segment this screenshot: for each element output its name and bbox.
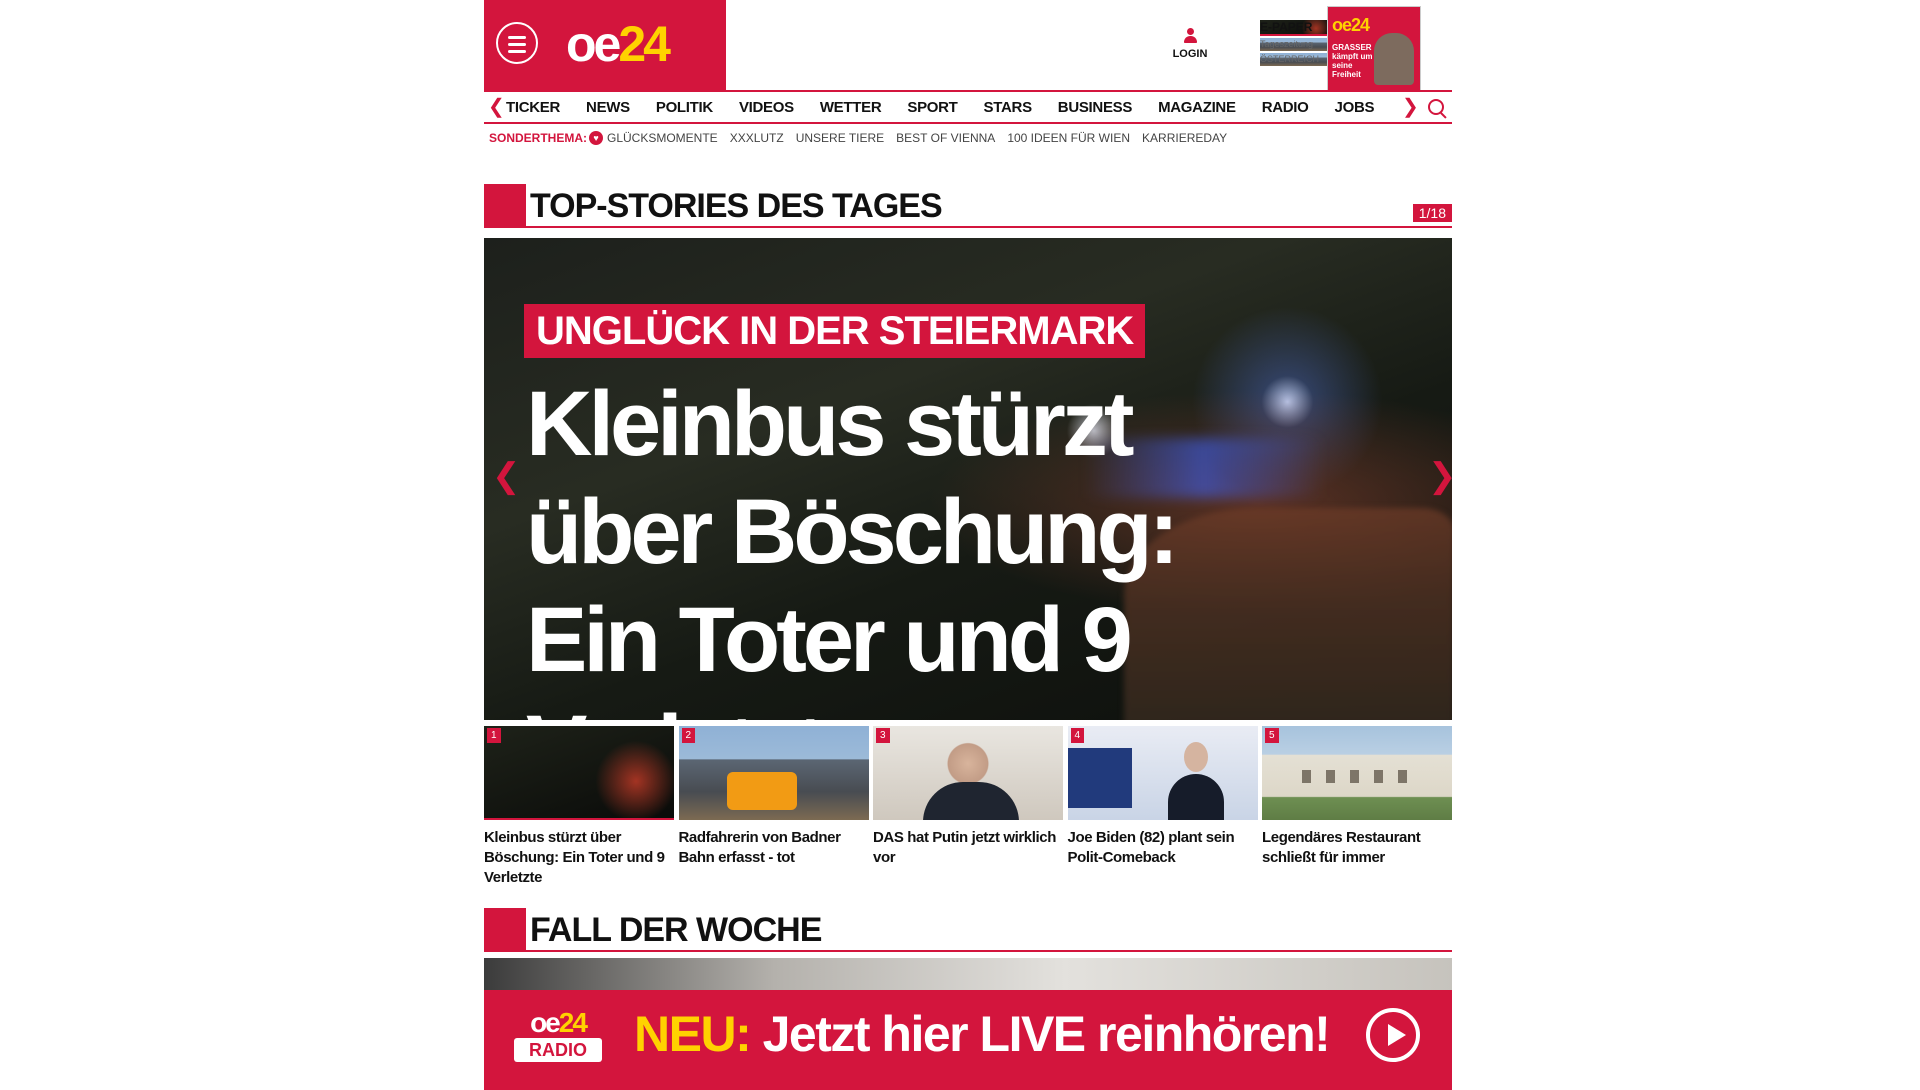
- epaper-subtitle-1: Tageszeitung: [1260, 38, 1330, 51]
- section-title: TOP-STORIES DES TAGES: [530, 187, 943, 225]
- section-divider: [526, 950, 1452, 952]
- thumb-scene: [923, 782, 1019, 820]
- radio-neu: NEU:: [634, 1006, 752, 1062]
- epaper-title: E-PAPER: [1260, 20, 1330, 36]
- nav-item-jobs[interactable]: JOBS: [1335, 99, 1375, 116]
- fall-image[interactable]: [484, 958, 1452, 992]
- nav-item-news[interactable]: NEWS: [586, 99, 630, 116]
- story-thumb[interactable]: 1 Kleinbus stürzt über Böschung: Ein Tot…: [484, 726, 674, 888]
- user-icon: [1183, 28, 1197, 43]
- thumb-caption[interactable]: Legendäres Restaurant schließt für immer: [1262, 828, 1452, 868]
- search-icon[interactable]: [1428, 99, 1444, 115]
- main-nav: ❮ TICKER NEWS POLITIK VIDEOS WETTER SPORT STAR…: [484, 90, 1452, 124]
- radio-logo-label: RADIO: [514, 1038, 602, 1062]
- thumb-scene: [1398, 770, 1407, 783]
- logo-area: oe24: [484, 0, 726, 90]
- thumb-image: 3: [873, 726, 1063, 820]
- thumb-image: 4: [1067, 726, 1258, 820]
- nav-item-business[interactable]: BUSINESS: [1058, 99, 1133, 116]
- nav-item-videos[interactable]: VIDEOS: [739, 99, 794, 116]
- thumb-scene: [1350, 770, 1359, 783]
- nav-item-wetter[interactable]: WETTER: [820, 99, 882, 116]
- section-top-stories: TOP-STORIES DES TAGES 1/18: [484, 184, 1452, 228]
- subnav-item[interactable]: GLÜCKSMOMENTE: [607, 131, 718, 145]
- nav-items: TICKER NEWS POLITIK VIDEOS WETTER SPORT STARS B…: [506, 92, 1400, 122]
- radio-logo-brand: oe24: [530, 1007, 588, 1038]
- thumb-scene: [1374, 770, 1383, 783]
- story-thumb[interactable]: 5 Legendäres Restaurant schließt für imm…: [1262, 726, 1452, 888]
- site-logo[interactable]: oe24: [566, 12, 671, 76]
- thumb-caption[interactable]: DAS hat Putin jetzt wirklich vor: [873, 828, 1063, 868]
- chevron-right-icon[interactable]: ❯: [1402, 96, 1419, 118]
- subnav-item[interactable]: BEST OF VIENNA: [896, 131, 995, 145]
- nav-item-sport[interactable]: SPORT: [907, 99, 957, 116]
- play-icon[interactable]: [1366, 1008, 1420, 1062]
- chevron-left-icon[interactable]: ❮: [488, 96, 505, 118]
- subnav-items: GLÜCKSMOMENTE XXXLUTZ UNSERE TIERE BEST OF …: [607, 131, 1239, 145]
- cover-headline: GRASSER kämpft um seine Freiheit: [1332, 43, 1373, 79]
- section-marker: [484, 184, 526, 228]
- thumb-number: 5: [1265, 728, 1279, 743]
- login-label: LOGIN: [1172, 48, 1208, 60]
- thumb-scene: [1326, 770, 1335, 783]
- thumb-image: 2: [678, 726, 869, 820]
- story-thumb[interactable]: 3 DAS hat Putin jetzt wirklich vor: [873, 726, 1063, 888]
- thumb-scene: [1183, 742, 1208, 772]
- story-thumb[interactable]: 4 Joe Biden (82) plant sein Polit-Comeba…: [1067, 726, 1258, 888]
- section-marker: [484, 908, 526, 952]
- subnav: SONDERTHEMA: ♥ GLÜCKSMOMENTE XXXLUTZ UNSER…: [489, 128, 1239, 148]
- radio-banner[interactable]: oe24 RADIO NEU: Jetzt hier LIVE reinhöre…: [484, 990, 1452, 1090]
- menu-icon[interactable]: [496, 22, 538, 64]
- slide-counter: 1/18: [1412, 204, 1452, 222]
- section-divider: [526, 226, 1452, 228]
- subnav-item[interactable]: UNSERE TIERE: [796, 131, 884, 145]
- thumb-caption[interactable]: Joe Biden (82) plant sein Polit-Comeback: [1068, 828, 1258, 868]
- heart-icon: ♥: [589, 131, 603, 145]
- hero-headline[interactable]: Kleinbus stürzt über Böschung: Ein Toter…: [526, 370, 1246, 720]
- section-title: FALL DER WOCHE: [530, 911, 822, 949]
- thumb-number: 1: [487, 728, 501, 743]
- login-button[interactable]: LOGIN: [1164, 28, 1216, 60]
- hero-slide[interactable]: ❮ ❯ UNGLÜCK IN DER STEIERMARK Kleinbus s…: [484, 238, 1452, 720]
- section-fall-der-woche: FALL DER WOCHE: [484, 908, 1452, 952]
- thumb-number: 3: [876, 728, 890, 743]
- nav-item-radio[interactable]: RADIO: [1262, 99, 1309, 116]
- hero-next-icon[interactable]: ❯: [1428, 456, 1452, 496]
- page: oe24 LOGIN E-PAPER Tageszeitung ÖSTERREI…: [484, 0, 1452, 1090]
- thumb-scene: [1167, 774, 1224, 820]
- radio-cta: NEU: Jetzt hier LIVE reinhören!: [634, 1004, 1331, 1064]
- story-thumb[interactable]: 2 Radfahrerin von Badner Bahn erfasst - …: [678, 726, 869, 888]
- epaper-subtitle-2: ÖSTERREICH: [1260, 53, 1330, 66]
- nav-item-ticker[interactable]: TICKER: [506, 99, 560, 116]
- epaper-cover[interactable]: oe24 GRASSER kämpft um seine Freiheit: [1327, 6, 1421, 92]
- subnav-label: SONDERTHEMA:: [489, 131, 587, 145]
- nav-item-magazine[interactable]: MAGAZINE: [1158, 99, 1236, 116]
- thumb-number: 4: [1070, 728, 1085, 743]
- cover-photo: [1374, 33, 1414, 85]
- cover-brand: oe24: [1332, 15, 1370, 35]
- subnav-item[interactable]: 100 IDEEN FÜR WIEN: [1007, 131, 1130, 145]
- nav-item-politik[interactable]: POLITIK: [656, 99, 713, 116]
- hero-tag: UNGLÜCK IN DER STEIERMARK: [524, 304, 1146, 358]
- thumb-scene: [726, 772, 797, 810]
- thumb-number: 2: [681, 728, 696, 743]
- radio-logo: oe24 RADIO: [514, 1008, 602, 1062]
- thumb-caption[interactable]: Kleinbus stürzt über Böschung: Ein Toter…: [484, 828, 674, 888]
- thumb-caption[interactable]: Radfahrerin von Badner Bahn erfasst - to…: [679, 828, 869, 868]
- radio-text: Jetzt hier LIVE reinhören!: [762, 1006, 1331, 1062]
- thumb-image: 1: [484, 726, 674, 820]
- nav-item-stars[interactable]: STARS: [984, 99, 1033, 116]
- subnav-item[interactable]: KARRIEREDAY: [1142, 131, 1227, 145]
- thumb-scene: [1067, 748, 1132, 808]
- thumb-image: 5: [1262, 726, 1452, 820]
- story-thumbnails: 1 Kleinbus stürzt über Böschung: Ein Tot…: [484, 726, 1452, 888]
- thumb-scene: [1302, 770, 1311, 783]
- hero-prev-icon[interactable]: ❮: [492, 456, 521, 496]
- subnav-item[interactable]: XXXLUTZ: [730, 131, 784, 145]
- epaper-link[interactable]: E-PAPER Tageszeitung ÖSTERREICH: [1260, 20, 1330, 66]
